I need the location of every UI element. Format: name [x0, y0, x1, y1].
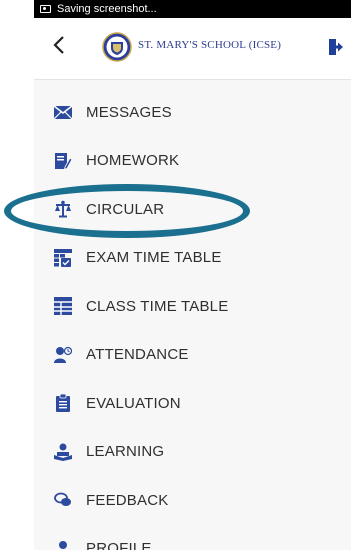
chevron-left-icon[interactable] [52, 34, 72, 60]
menu-label: ATTENDANCE [86, 346, 189, 364]
class-table-icon [54, 297, 72, 316]
notebook-pen-icon [54, 152, 72, 170]
clipboard-icon [54, 394, 72, 413]
chat-icon [54, 491, 72, 509]
menu-item-exam-time-table[interactable]: EXAM TIME TABLE [34, 234, 351, 283]
learning-icon [54, 443, 72, 461]
menu-item-learning[interactable]: LEARNING [34, 428, 351, 477]
school-logo [102, 32, 132, 62]
menu-label: MESSAGES [86, 103, 172, 121]
profile-icon [54, 540, 72, 550]
screenshot-icon [40, 5, 51, 13]
app-header: ST. MARY'S SCHOOL (ICSE) [34, 18, 351, 80]
circular-icon [54, 200, 72, 218]
menu-item-messages[interactable]: MESSAGES [34, 88, 351, 137]
envelope-icon [54, 103, 72, 121]
menu-item-attendance[interactable]: ATTENDANCE [34, 331, 351, 380]
menu-label: EVALUATION [86, 394, 181, 412]
menu-item-feedback[interactable]: FEEDBACK [34, 476, 351, 525]
menu-item-homework[interactable]: HOMEWORK [34, 137, 351, 186]
side-menu: MESSAGES HOMEWORK CIRCULAR EXAM TIME TAB… [34, 88, 351, 550]
menu-item-circular[interactable]: CIRCULAR [34, 185, 351, 234]
menu-label: CLASS TIME TABLE [86, 297, 229, 315]
menu-label: HOMEWORK [86, 152, 180, 170]
left-margin [0, 0, 34, 550]
menu-label: PROFILE [86, 540, 152, 550]
phone-screen: Saving screenshot... ST. MARY'S SCHOOL (… [34, 0, 351, 550]
menu-item-class-time-table[interactable]: CLASS TIME TABLE [34, 282, 351, 331]
menu-item-profile[interactable]: PROFILE [34, 525, 351, 550]
menu-label: EXAM TIME TABLE [86, 249, 222, 267]
menu-label: FEEDBACK [86, 491, 169, 509]
logout-icon[interactable] [328, 38, 344, 56]
attendance-icon [54, 346, 72, 364]
menu-label: CIRCULAR [86, 200, 165, 218]
exam-table-icon [54, 248, 72, 267]
status-text: Saving screenshot... [57, 3, 157, 15]
status-bar: Saving screenshot... [34, 0, 351, 18]
menu-label: LEARNING [86, 443, 165, 461]
menu-item-evaluation[interactable]: EVALUATION [34, 379, 351, 428]
school-name: ST. MARY'S SCHOOL (ICSE) [138, 39, 282, 51]
